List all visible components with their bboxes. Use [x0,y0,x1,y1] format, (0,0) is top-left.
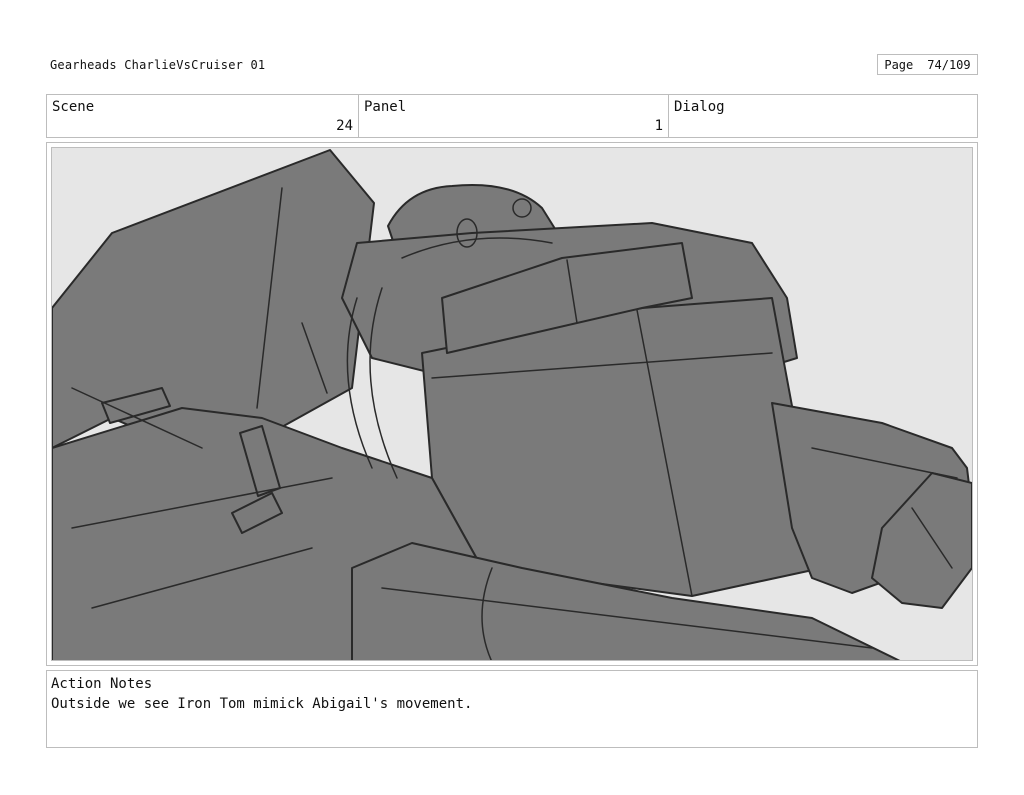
action-notes-label: Action Notes [51,676,153,692]
panel-frame [46,142,978,666]
page-indicator: Page 74/109 [877,54,978,75]
dialog-label: Dialog [674,99,725,115]
action-notes-box: Action Notes Outside we see Iron Tom mim… [46,670,978,748]
dialog-cell: Dialog [668,95,977,137]
panel-label: Panel [364,99,407,115]
project-title: Gearheads CharlieVsCruiser 01 [50,58,266,72]
header-row: Scene 24 Panel 1 Dialog [46,94,978,138]
action-notes-text: Outside we see Iron Tom mimick Abigail's… [51,696,473,712]
panel-value: 1 [654,118,663,134]
page-label: Page [884,57,914,72]
scene-value: 24 [336,118,353,134]
panel-cell: Panel 1 [358,95,668,137]
scene-cell: Scene 24 [47,95,358,137]
scene-label: Scene [52,99,95,115]
page-number: 74/109 [927,57,971,72]
storyboard-sketch [51,147,973,661]
robot-sketch-illustration [52,148,972,660]
